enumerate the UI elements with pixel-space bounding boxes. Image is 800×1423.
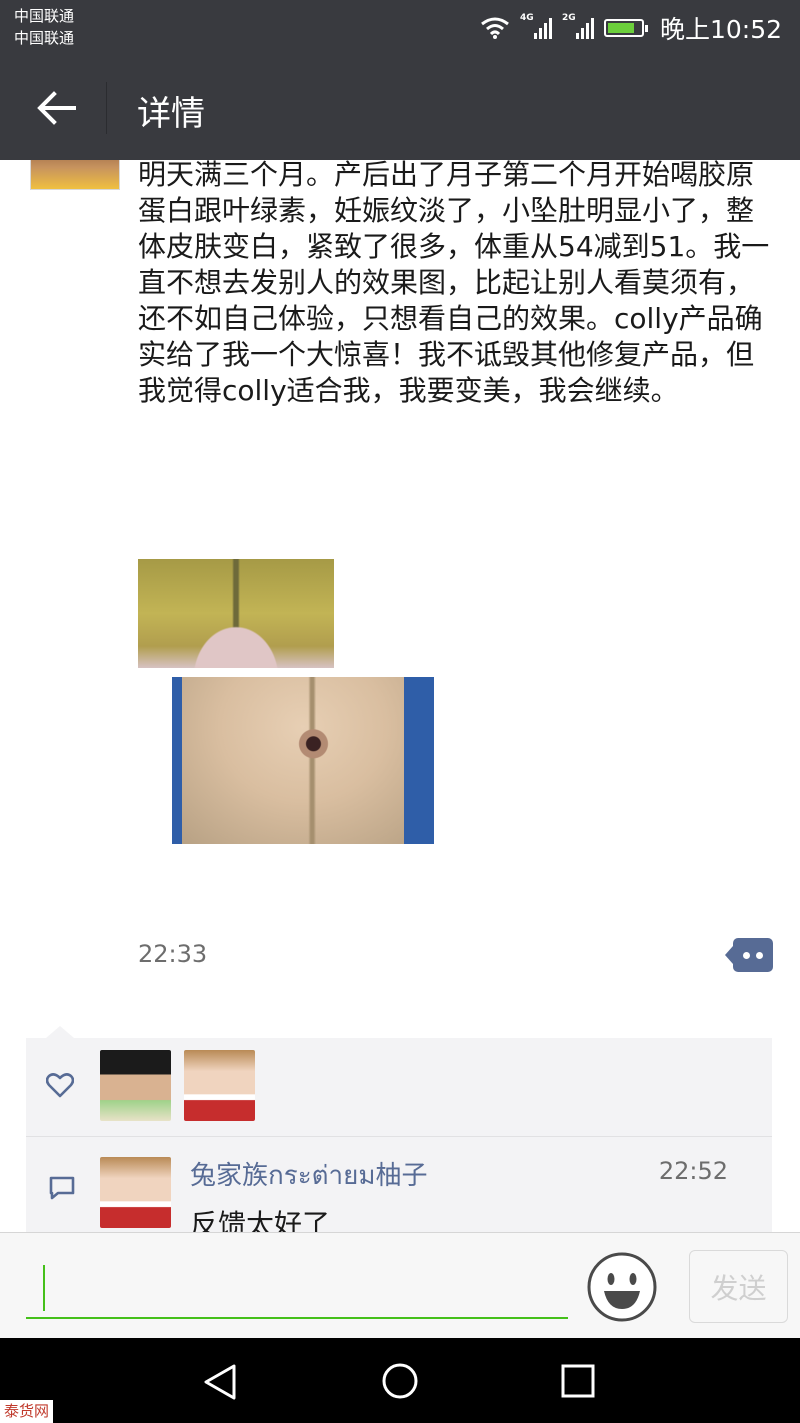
comment-like-button[interactable] (724, 938, 773, 972)
comment-timestamp: 22:52 (658, 1157, 728, 1185)
arrow-left-icon (37, 91, 76, 125)
status-bar: 中国联通 中国联通 4G 2G 晚上10:52 (0, 0, 800, 56)
circle-home-icon[interactable] (381, 1362, 419, 1400)
square-recents-icon[interactable] (560, 1363, 596, 1399)
liker-avatar[interactable] (184, 1050, 255, 1121)
comment-input[interactable] (26, 1259, 568, 1319)
commenter-name[interactable]: 兔家族กระต่ายม柚子 (190, 1155, 428, 1196)
app-header: 详情 (0, 56, 800, 160)
carrier-2: 中国联通 (14, 29, 75, 47)
comment-bubble-icon (49, 1176, 75, 1200)
post-photo-1[interactable] (138, 559, 334, 668)
watermark: 泰货网 (0, 1400, 54, 1423)
social-panel: 兔家族กระต่ายม柚子 22:52 反馈太好了 (26, 1038, 772, 1232)
signal-icon-1: 4G (520, 13, 552, 39)
comment-input-bar: 发送 (0, 1232, 800, 1338)
commenter-avatar[interactable] (100, 1157, 171, 1228)
post-detail: 明天满三个月。产后出了月子第二个月开始喝胶原蛋白跟叶绿素，妊娠纹淡了，小坠肚明显… (0, 160, 800, 1232)
comment-button-pointer (725, 946, 733, 964)
likes-row (26, 1038, 772, 1137)
carrier-labels: 中国联通 中国联通 (14, 5, 74, 49)
carrier-1: 中国联通 (14, 7, 75, 25)
triangle-back-icon[interactable] (200, 1362, 240, 1402)
social-panel-pointer (46, 1026, 74, 1038)
wifi-icon (481, 17, 509, 39)
status-indicators: 4G 2G 晚上10:52 (480, 0, 782, 56)
text-cursor (43, 1265, 45, 1311)
header-divider (106, 82, 107, 134)
battery-icon (603, 19, 648, 37)
send-button[interactable]: 发送 (689, 1250, 788, 1323)
comment-item[interactable]: 兔家族กระต่ายม柚子 22:52 反馈太好了 (26, 1137, 772, 1232)
comment-text: 反馈太好了 (190, 1208, 331, 1232)
heart-icon (46, 1073, 74, 1098)
post-text: 明天满三个月。产后出了月子第二个月开始喝胶原蛋白跟叶绿素，妊娠纹淡了，小坠肚明显… (138, 160, 770, 407)
system-nav-bar (0, 1338, 800, 1423)
clock: 晚上10:52 (659, 15, 782, 44)
network-type-2: 2G (561, 13, 576, 23)
network-type-1: 4G (519, 13, 534, 23)
author-avatar[interactable] (30, 160, 120, 190)
post-timestamp: 22:33 (138, 940, 208, 968)
smiley-icon[interactable] (586, 1251, 658, 1323)
liker-avatar[interactable] (100, 1050, 171, 1121)
back-button[interactable] (28, 80, 84, 136)
page-title: 详情 (137, 94, 205, 134)
more-dots-icon (733, 938, 773, 972)
post-photo-2[interactable] (172, 677, 434, 844)
signal-icon-2: 2G (562, 13, 594, 39)
battery-level (607, 23, 634, 33)
